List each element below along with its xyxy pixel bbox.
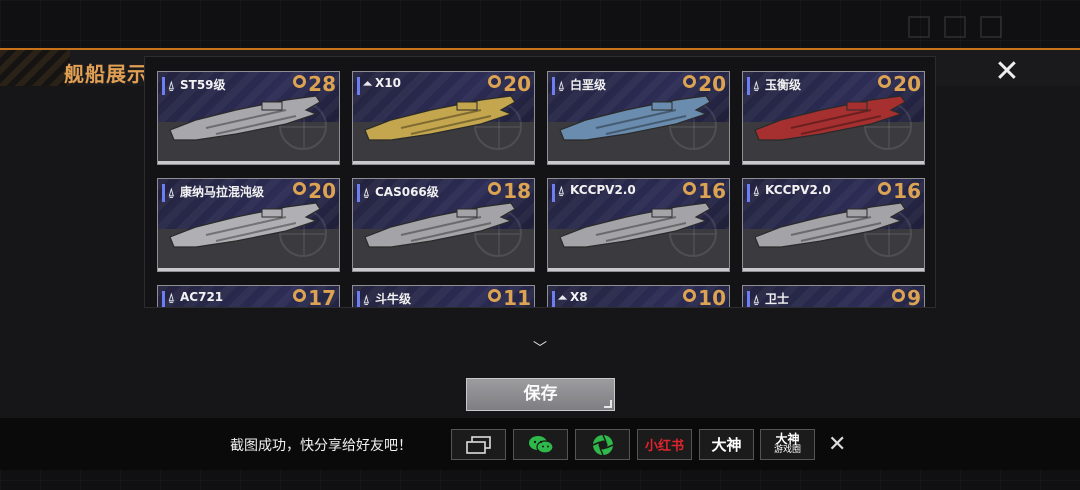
close-icon[interactable]: ✕ bbox=[994, 57, 1020, 87]
ship-card[interactable]: ⍙ 斗牛级 11 bbox=[352, 285, 535, 308]
dashen-circle-bottom: 游戏圈 bbox=[773, 444, 801, 455]
ship-model-icon bbox=[754, 202, 906, 248]
card-accent bbox=[552, 77, 555, 95]
ship-grid[interactable]: ⍙ ST59级 28 ⏶ X10 20 ⍙ 白垩级 20 ⍙ 玉衡级 20 ⍙ 康纳马拉混沌级 20 ⍙ CAS… bbox=[144, 56, 936, 308]
ship-card[interactable]: ⍙ KCCPV2.0 16 bbox=[547, 178, 730, 272]
card-accent bbox=[162, 184, 165, 202]
ship-model-icon bbox=[169, 202, 321, 248]
screenshot-icon bbox=[465, 435, 491, 454]
card-accent bbox=[357, 184, 360, 202]
card-accent bbox=[552, 291, 555, 307]
dashen-label: 大神 bbox=[711, 436, 742, 454]
ship-model-icon bbox=[556, 298, 716, 308]
card-footer-line bbox=[743, 268, 924, 271]
share-close-icon[interactable]: ✕ bbox=[828, 432, 846, 457]
dashen-circle-top: 大神 bbox=[775, 431, 800, 446]
top-toolbar-ghost bbox=[908, 16, 1002, 38]
ship-model-icon bbox=[166, 298, 326, 308]
ship-card[interactable]: ⍙ 卫士 9 bbox=[742, 285, 925, 308]
card-accent bbox=[162, 291, 165, 307]
share-screenshot-button[interactable] bbox=[451, 429, 506, 460]
ship-card[interactable]: ⏶ X8 10 bbox=[547, 285, 730, 308]
moments-icon bbox=[592, 434, 613, 455]
ship-model-icon bbox=[169, 95, 321, 141]
ship-card[interactable]: ⍙ 玉衡级 20 bbox=[742, 71, 925, 165]
card-footer-line bbox=[158, 161, 339, 164]
ship-card[interactable]: ⏶ X10 20 bbox=[352, 71, 535, 165]
card-footer-line bbox=[548, 268, 729, 271]
card-accent bbox=[162, 77, 165, 95]
card-accent bbox=[552, 184, 555, 202]
wechat-icon bbox=[528, 435, 554, 454]
ship-card[interactable]: ⍙ 康纳马拉混沌级 20 bbox=[157, 178, 340, 272]
card-accent bbox=[747, 291, 750, 307]
share-wechat-button[interactable] bbox=[513, 429, 568, 460]
card-footer-line bbox=[743, 161, 924, 164]
share-bar: 截图成功，快分享给好友吧！ 小红书 大神 大神 游戏圈 ✕ bbox=[0, 418, 1080, 470]
ship-model-icon bbox=[364, 202, 516, 248]
card-footer-line bbox=[158, 268, 339, 271]
ship-model-icon bbox=[559, 202, 711, 248]
card-accent bbox=[357, 291, 360, 307]
card-footer-line bbox=[353, 161, 534, 164]
ship-card[interactable]: ⍙ AC721 17 bbox=[157, 285, 340, 308]
card-accent bbox=[357, 77, 360, 95]
ship-model-icon bbox=[364, 95, 516, 141]
share-message: 截图成功，快分享给好友吧！ bbox=[230, 438, 412, 454]
ship-model-icon bbox=[751, 298, 911, 308]
share-dashen-button[interactable]: 大神 bbox=[699, 429, 754, 460]
page-title: 舰船展示 bbox=[64, 62, 148, 86]
ship-card[interactable]: ⍙ ST59级 28 bbox=[157, 71, 340, 165]
share-xiaohongshu-button[interactable]: 小红书 bbox=[637, 429, 692, 460]
card-accent bbox=[747, 184, 750, 202]
ship-card[interactable]: ⍙ KCCPV2.0 16 bbox=[742, 178, 925, 272]
header-stripes bbox=[0, 50, 70, 86]
dashen-circle-logo: 大神 游戏圈 bbox=[773, 431, 801, 456]
share-dashen-circle-button[interactable]: 大神 游戏圈 bbox=[760, 429, 815, 460]
card-footer-line bbox=[353, 268, 534, 271]
card-accent bbox=[747, 77, 750, 95]
xiaohongshu-label: 小红书 bbox=[644, 439, 684, 454]
ship-model-icon bbox=[754, 95, 906, 141]
share-moments-button[interactable] bbox=[575, 429, 630, 460]
ship-model-icon bbox=[559, 95, 711, 141]
scroll-down-icon[interactable]: ﹀ bbox=[531, 342, 549, 356]
save-button[interactable]: 保存 bbox=[466, 378, 615, 411]
card-footer-line bbox=[548, 161, 729, 164]
ship-model-icon bbox=[361, 298, 521, 308]
ship-card[interactable]: ⍙ CAS066级 18 bbox=[352, 178, 535, 272]
ship-card[interactable]: ⍙ 白垩级 20 bbox=[547, 71, 730, 165]
